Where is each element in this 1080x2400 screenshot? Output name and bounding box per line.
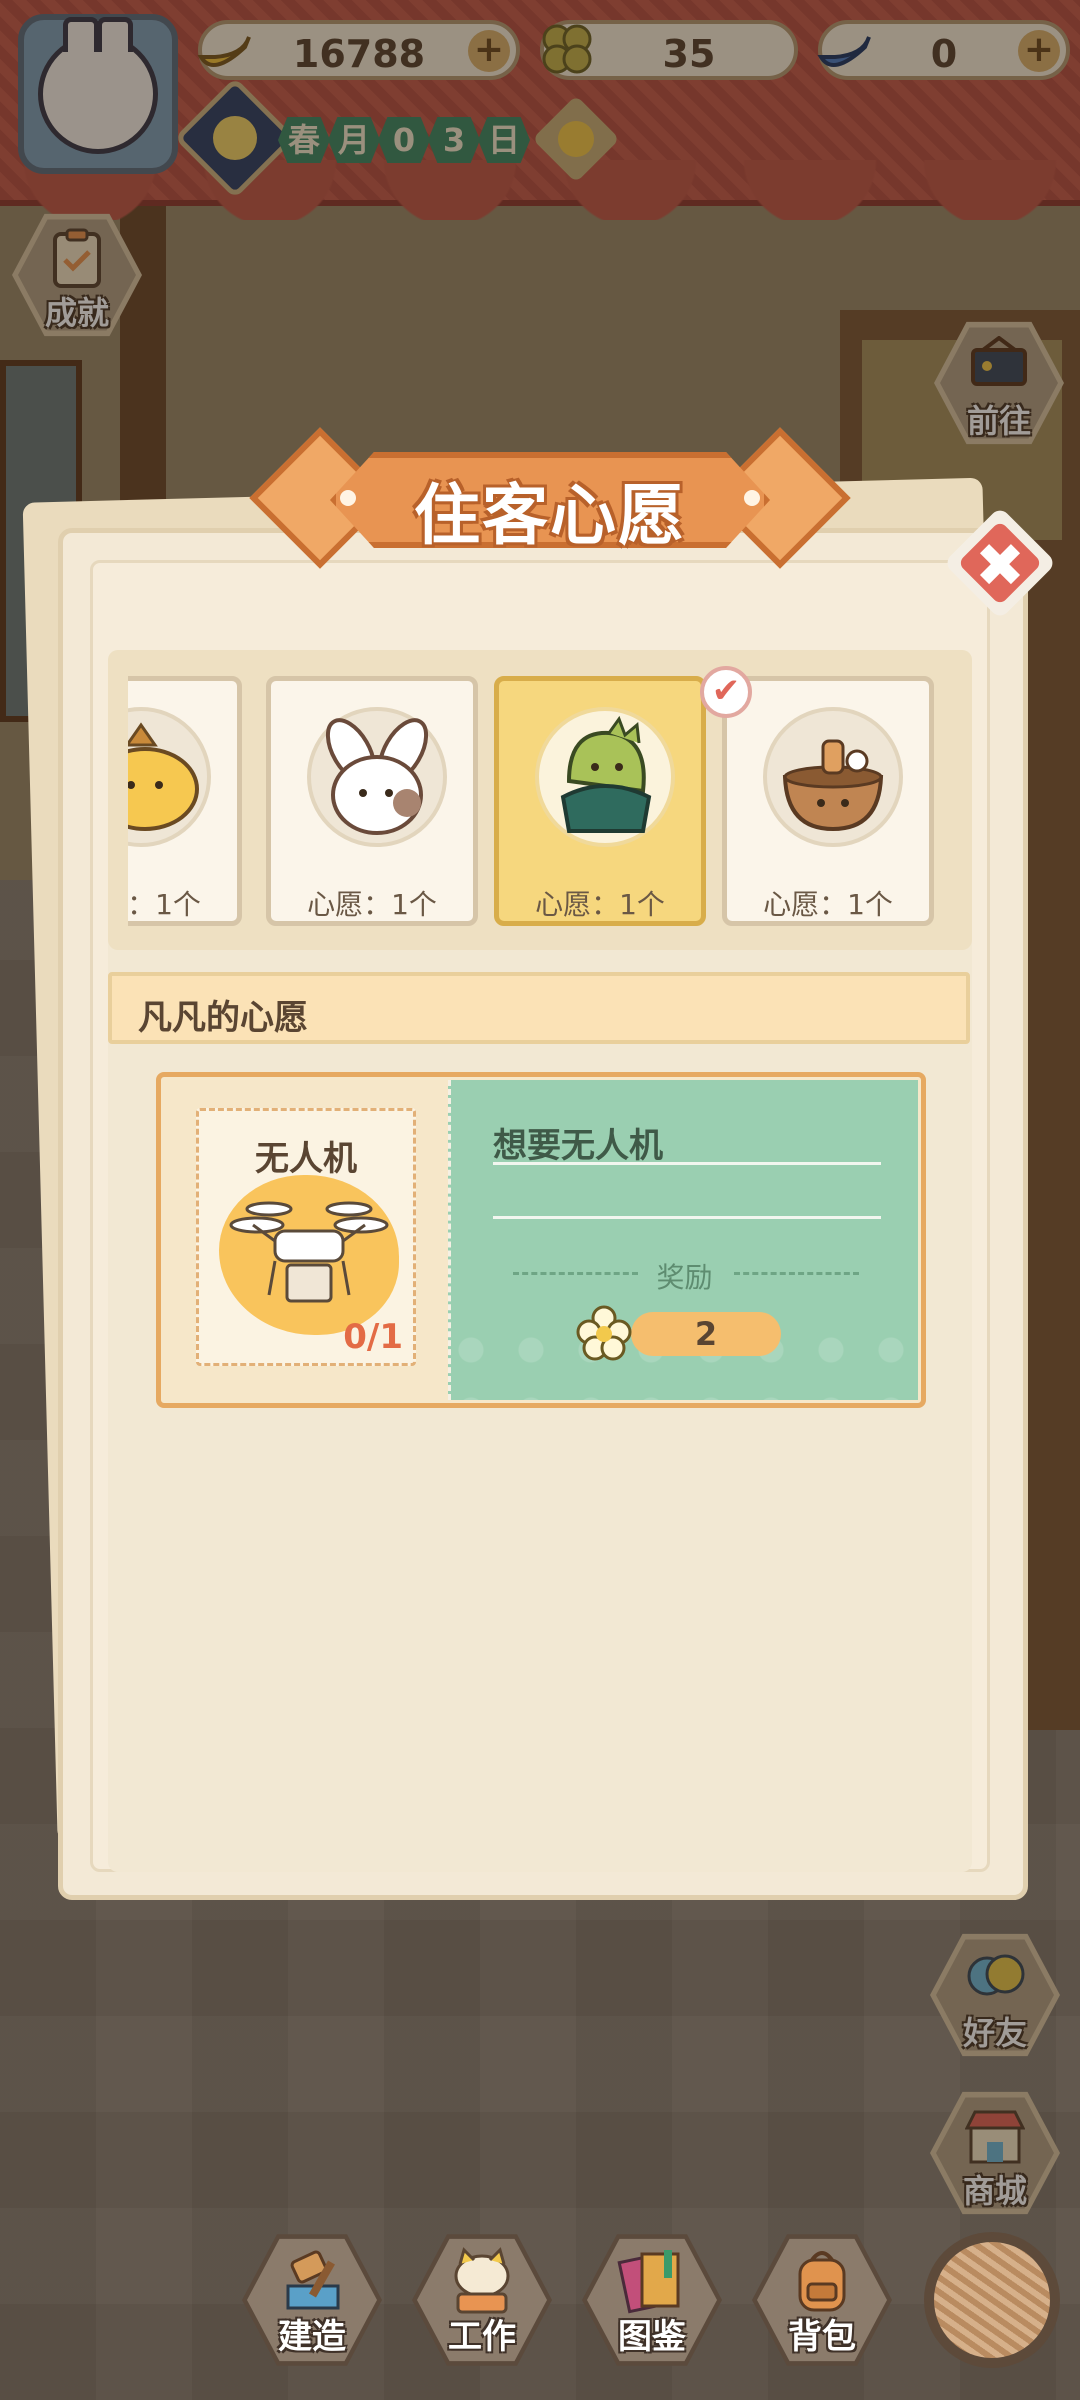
nav-build-label: 建造 xyxy=(278,2317,346,2357)
bunny-guest-icon xyxy=(307,707,447,847)
wish-detail: 想要无人机 奖励 2 xyxy=(448,1080,918,1400)
reward-amount: 2 xyxy=(631,1312,781,1356)
nav-build[interactable]: 建造 xyxy=(242,2230,382,2370)
wish-progress: 0/1 xyxy=(343,1317,403,1357)
guest-card-pot[interactable]: 心愿：1个 xyxy=(722,676,934,926)
nav-work[interactable]: 工作 xyxy=(412,2230,552,2370)
yarn-ball-icon xyxy=(934,2242,1050,2358)
nav-bag-label: 背包 xyxy=(788,2317,856,2357)
divider-line xyxy=(493,1162,881,1165)
wish-section-title: 凡凡的心愿 xyxy=(138,998,308,1038)
drone-icon xyxy=(219,1175,399,1335)
nav-catalog[interactable]: 图鉴 xyxy=(582,2230,722,2370)
guest-card-pudding-dog[interactable]: 心愿：1个 xyxy=(128,676,242,926)
close-button[interactable]: ✖ xyxy=(943,506,1057,620)
guest-wish-count: 心愿：1个 xyxy=(128,888,201,921)
divider-line xyxy=(493,1216,881,1219)
guest-wish-count: 心愿：1个 xyxy=(763,888,893,921)
wish-description: 想要无人机 xyxy=(493,1126,663,1166)
wish-item-box[interactable]: 无人机 0/1 xyxy=(196,1108,416,1366)
guest-wish-count: 心愿：1个 xyxy=(307,888,437,921)
guest-card-dino-selected[interactable]: 心愿：1个 xyxy=(494,676,706,926)
modal-title-banner: 住客心愿 xyxy=(249,427,851,569)
cat-worker-icon xyxy=(444,2246,520,2316)
nav-catalog-label: 图鉴 xyxy=(618,2317,686,2357)
pot-guest-icon xyxy=(763,707,903,847)
wish-section-header: 凡凡的心愿 xyxy=(108,972,970,1044)
yarn-ball-button[interactable] xyxy=(924,2232,1060,2368)
selected-check-icon: ✔ xyxy=(700,666,752,718)
dino-guest-icon xyxy=(535,707,675,847)
close-icon: ✖ xyxy=(974,531,1026,601)
nav-work-label: 工作 xyxy=(448,2317,516,2357)
modal-title: 住客心愿 xyxy=(414,477,686,554)
nav-bag[interactable]: 背包 xyxy=(752,2230,892,2370)
flower-reward-icon xyxy=(573,1302,635,1364)
wish-item-name: 无人机 xyxy=(255,1139,357,1179)
yellow-dog-guest-icon xyxy=(128,707,211,847)
backpack-icon xyxy=(784,2246,860,2316)
guest-card-bunny[interactable]: 心愿：1个 xyxy=(266,676,478,926)
hammer-icon xyxy=(274,2246,350,2316)
reward-label: 奖励 xyxy=(656,1261,713,1294)
book-icon xyxy=(614,2246,690,2316)
guest-wish-count: 心愿：1个 xyxy=(535,888,665,921)
guest-carousel[interactable]: 心愿：1个 心愿：1个 心愿：1个 心愿：1个 xyxy=(128,676,954,928)
